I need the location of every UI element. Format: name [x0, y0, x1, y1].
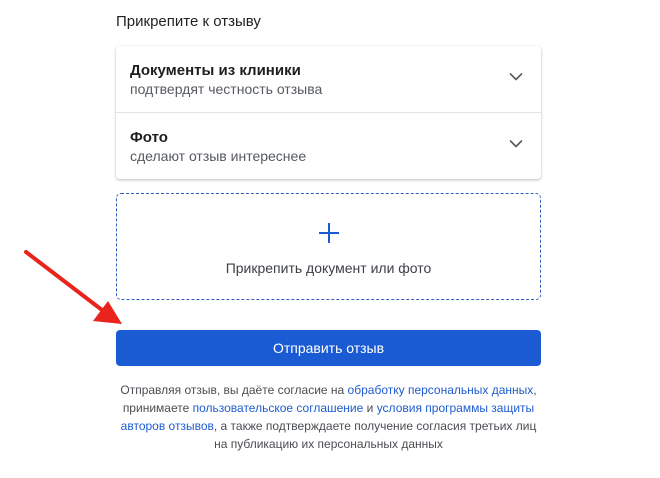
attachments-accordion: Документы из клиники подтвердят честност…: [116, 46, 541, 179]
upload-dropzone[interactable]: Прикрепить документ или фото: [116, 193, 541, 300]
consent-text-part: , а также подтверждаете получение соглас…: [213, 419, 537, 451]
chevron-down-icon[interactable]: [509, 139, 523, 149]
personal-data-processing-link[interactable]: обработку персональных данных: [348, 383, 534, 397]
review-attachments-page: Прикрепите к отзыву Документы из клиники…: [0, 0, 660, 478]
plus-icon: [319, 223, 339, 243]
chevron-down-icon[interactable]: [509, 72, 523, 82]
user-agreement-link[interactable]: пользовательское соглашение: [193, 401, 364, 415]
submit-review-button[interactable]: Отправить отзыв: [116, 330, 541, 366]
accordion-item-subtitle: подтвердят честность отзыва: [130, 81, 323, 97]
accordion-item-title: Документы из клиники: [130, 62, 301, 79]
upload-label: Прикрепить документ или фото: [225, 260, 432, 276]
accordion-item-subtitle: сделают отзыв интереснее: [130, 148, 307, 164]
consent-text-part: Отправляя отзыв, вы даёте согласие на: [120, 383, 348, 397]
section-title: Прикрепите к отзыву: [116, 13, 261, 30]
accordion-item-clinic-documents[interactable]: Документы из клиники подтвердят честност…: [116, 46, 541, 112]
accordion-item-title: Фото: [130, 129, 168, 146]
annotation-arrow-icon: [24, 250, 122, 324]
accordion-item-photo[interactable]: Фото сделают отзыв интереснее: [116, 112, 541, 179]
consent-text: Отправляя отзыв, вы даёте согласие на об…: [116, 381, 541, 453]
consent-text-part: и: [363, 401, 377, 415]
